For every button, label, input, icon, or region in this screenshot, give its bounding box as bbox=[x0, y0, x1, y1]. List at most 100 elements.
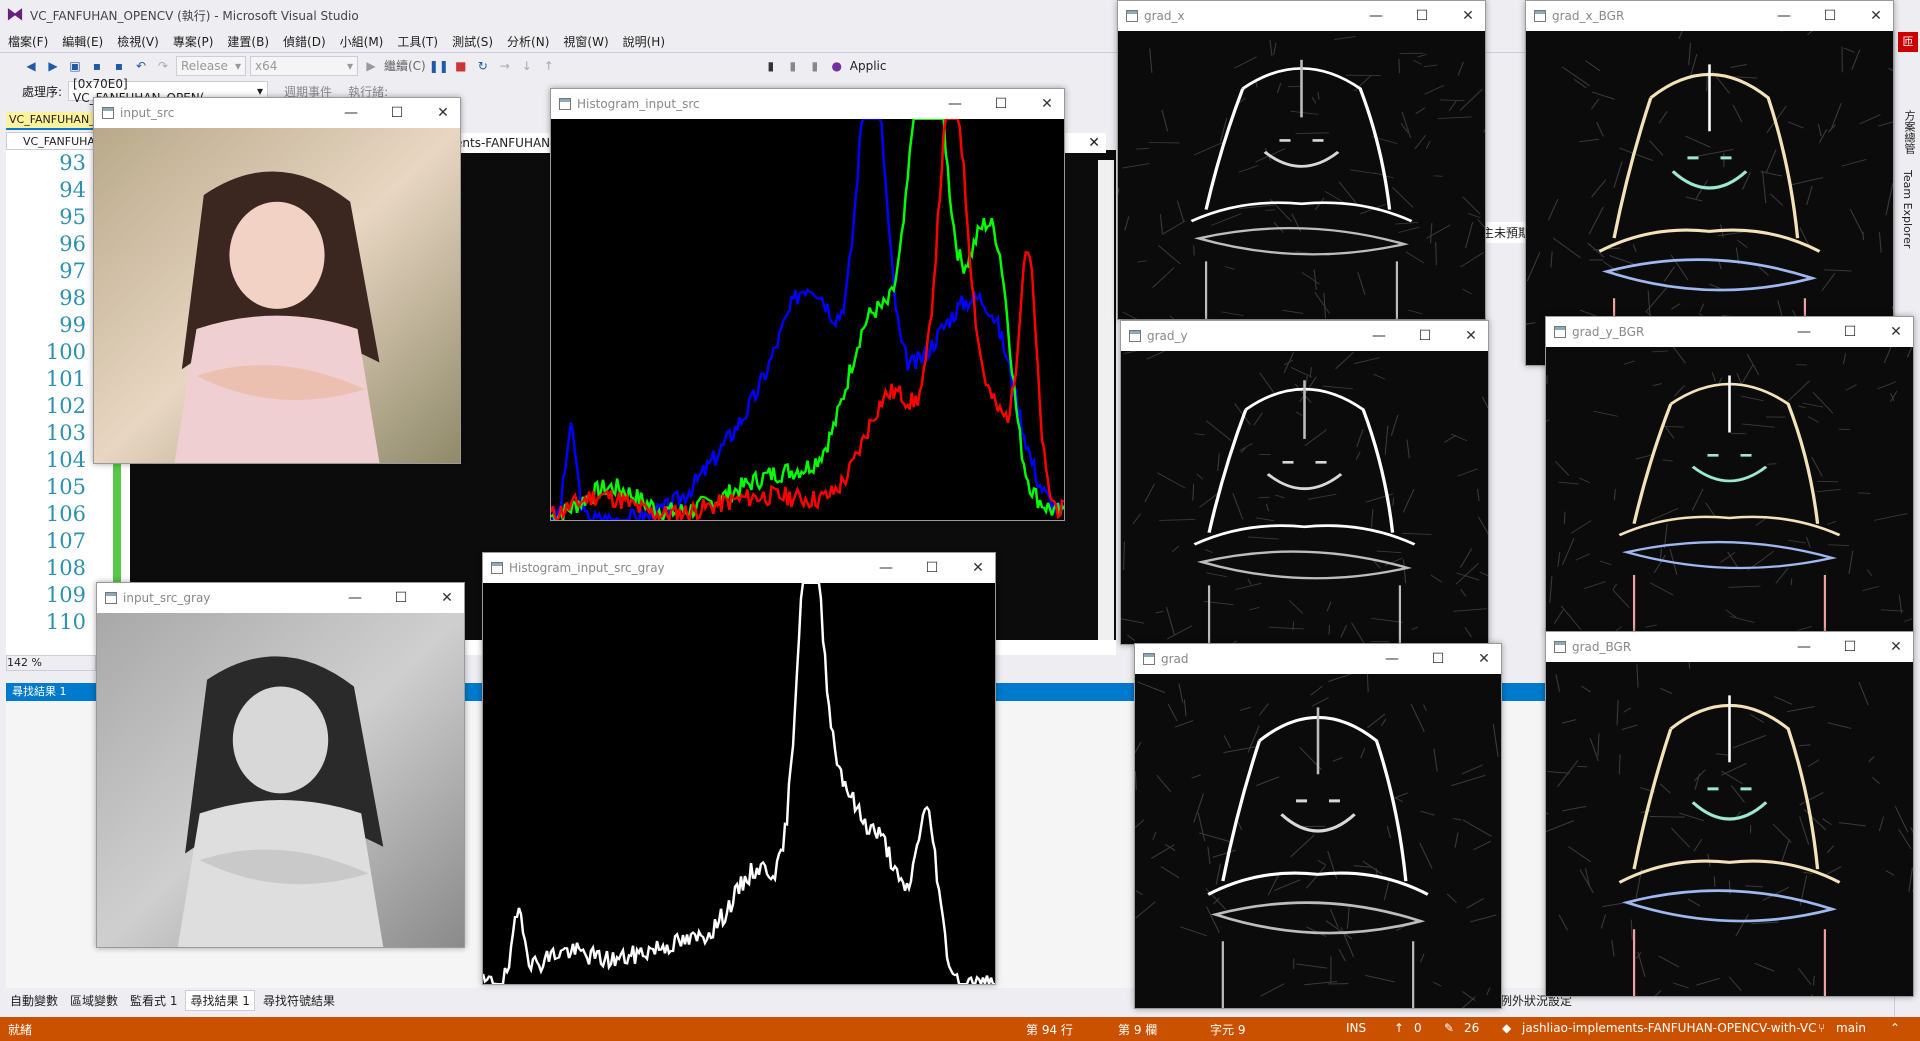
close-icon[interactable]: ✕ bbox=[1088, 133, 1100, 153]
document-tab[interactable]: VC_FANFUHAN_OPENCV bbox=[6, 112, 96, 130]
close-icon[interactable]: ✕ bbox=[1460, 328, 1482, 344]
maximize-icon[interactable]: ☐ bbox=[1414, 328, 1436, 344]
status-edits[interactable]: 26 bbox=[1464, 1021, 1479, 1035]
window-grad-bgr[interactable]: grad_BGR — ☐ ✕ bbox=[1545, 631, 1914, 997]
close-icon[interactable]: ✕ bbox=[436, 590, 458, 606]
menu-item[interactable]: 檢視(V) bbox=[117, 33, 159, 50]
status-branch[interactable]: main bbox=[1836, 1021, 1866, 1035]
solution-explorer-tab[interactable]: 方案總管 bbox=[1901, 110, 1917, 154]
menu-item[interactable]: 建置(B) bbox=[227, 33, 269, 50]
close-icon[interactable]: ✕ bbox=[967, 560, 989, 576]
bottom-tab[interactable]: 尋找符號結果 bbox=[259, 991, 339, 1010]
minimize-icon[interactable]: — bbox=[340, 105, 362, 121]
bookmark-icon[interactable]: ▮ bbox=[762, 57, 780, 75]
minimize-icon[interactable]: — bbox=[944, 96, 966, 112]
close-icon[interactable]: ✕ bbox=[1885, 639, 1907, 655]
window-grad-y-bgr[interactable]: grad_y_BGR — ☐ ✕ bbox=[1545, 316, 1914, 633]
close-icon[interactable]: ✕ bbox=[432, 105, 454, 121]
minimize-icon[interactable]: — bbox=[344, 590, 366, 606]
window-titlebar[interactable]: input_src_gray — ☐ ✕ bbox=[97, 583, 464, 613]
bookmark-next-icon[interactable]: ▮ bbox=[806, 57, 824, 75]
window-input-src-gray[interactable]: input_src_gray — ☐ ✕ bbox=[96, 582, 465, 948]
maximize-icon[interactable]: ☐ bbox=[1411, 8, 1433, 24]
window-grad-x-bgr[interactable]: grad_x_BGR — ☐ ✕ bbox=[1525, 0, 1894, 366]
maximize-icon[interactable]: ☐ bbox=[921, 560, 943, 576]
team-explorer-tab[interactable]: Team Explorer bbox=[1901, 170, 1914, 248]
menu-item[interactable]: 說明(H) bbox=[623, 33, 665, 50]
window-titlebar[interactable]: input_src — ☐ ✕ bbox=[94, 98, 460, 128]
window-histogram-input-src[interactable]: Histogram_input_src — ☐ ✕ bbox=[550, 88, 1065, 521]
maximize-icon[interactable]: ☐ bbox=[1839, 324, 1861, 340]
maximize-icon[interactable]: ☐ bbox=[1819, 8, 1841, 24]
back-icon[interactable]: ◀ bbox=[22, 57, 40, 75]
window-titlebar[interactable]: Histogram_input_src — ☐ ✕ bbox=[551, 89, 1064, 119]
menu-item[interactable]: 工具(T) bbox=[397, 33, 438, 50]
window-grad-x[interactable]: grad_x — ☐ ✕ bbox=[1117, 0, 1486, 320]
scope-dropdown[interactable]: VC_FANFUHAN_OPENCV bbox=[6, 132, 96, 150]
console-scrollbar[interactable] bbox=[1098, 160, 1114, 640]
step-into-icon[interactable]: ↓ bbox=[518, 57, 536, 75]
minimize-icon[interactable]: — bbox=[1381, 651, 1403, 667]
menu-item[interactable]: 測試(S) bbox=[452, 33, 493, 50]
step-out-icon[interactable]: ↑ bbox=[540, 57, 558, 75]
maximize-icon[interactable]: ☐ bbox=[390, 590, 412, 606]
configuration-select[interactable]: Release ▾ bbox=[176, 55, 246, 76]
window-titlebar[interactable]: Histogram_input_src_gray — ☐ ✕ bbox=[483, 553, 995, 583]
app-insights-icon[interactable]: ● bbox=[828, 57, 846, 75]
bookmark-prev-icon[interactable]: ▮ bbox=[784, 57, 802, 75]
zoom-level[interactable]: 142 % bbox=[6, 655, 96, 671]
menu-item[interactable]: 分析(N) bbox=[507, 33, 549, 50]
minimize-icon[interactable]: — bbox=[1368, 328, 1390, 344]
redo-icon[interactable]: ↷ bbox=[154, 57, 172, 75]
close-icon[interactable]: ✕ bbox=[1885, 324, 1907, 340]
window-titlebar[interactable]: grad_y — ☐ ✕ bbox=[1121, 321, 1488, 351]
menu-item[interactable]: 專案(P) bbox=[173, 33, 214, 50]
minimize-icon[interactable]: — bbox=[1793, 639, 1815, 655]
restart-icon[interactable]: ↻ bbox=[474, 57, 492, 75]
menu-item[interactable]: 偵錯(D) bbox=[283, 33, 326, 50]
menu-item[interactable]: 視窗(W) bbox=[563, 33, 608, 50]
window-titlebar[interactable]: grad_BGR — ☐ ✕ bbox=[1546, 632, 1913, 662]
menu-item[interactable]: 小組(M) bbox=[340, 33, 384, 50]
bottom-tab[interactable]: 監看式 1 bbox=[126, 991, 181, 1010]
status-repo[interactable]: jashliao-implements-FANFUHAN-OPENCV-with… bbox=[1522, 1021, 1816, 1035]
window-titlebar[interactable]: grad — ☐ ✕ bbox=[1135, 644, 1501, 674]
close-icon[interactable]: ✕ bbox=[1865, 8, 1887, 24]
status-unpushed[interactable]: 0 bbox=[1414, 1021, 1422, 1035]
window-input-src[interactable]: input_src — ☐ ✕ bbox=[93, 97, 461, 464]
forward-icon[interactable]: ▶ bbox=[44, 57, 62, 75]
window-titlebar[interactable]: grad_x — ☐ ✕ bbox=[1118, 1, 1485, 31]
pause-icon[interactable]: ❚❚ bbox=[429, 57, 449, 75]
menu-item[interactable]: 檔案(F) bbox=[8, 33, 48, 50]
stop-icon[interactable]: ■ bbox=[452, 57, 470, 75]
undo-icon[interactable]: ↶ bbox=[132, 57, 150, 75]
window-grad-y[interactable]: grad_y — ☐ ✕ bbox=[1120, 320, 1489, 645]
step-over-icon[interactable]: → bbox=[496, 57, 514, 75]
bottom-tab[interactable]: 自動變數 bbox=[6, 991, 62, 1010]
minimize-icon[interactable]: — bbox=[1365, 8, 1387, 24]
minimize-icon[interactable]: — bbox=[875, 560, 897, 576]
window-titlebar[interactable]: grad_x_BGR — ☐ ✕ bbox=[1526, 1, 1893, 31]
save-all-icon[interactable]: ▪ bbox=[110, 57, 128, 75]
bottom-tab[interactable]: 尋找結果 1 bbox=[185, 989, 255, 1011]
menu-item[interactable]: 編輯(E) bbox=[62, 33, 103, 50]
continue-icon[interactable]: ▶ bbox=[362, 57, 380, 75]
continue-button[interactable]: 繼續(C) bbox=[384, 57, 426, 74]
close-icon[interactable]: ✕ bbox=[1473, 651, 1495, 667]
maximize-icon[interactable]: ☐ bbox=[386, 105, 408, 121]
maximize-icon[interactable]: ☐ bbox=[1427, 651, 1449, 667]
save-icon[interactable]: ▪ bbox=[88, 57, 106, 75]
chevron-up-icon[interactable]: ⌃ bbox=[1890, 1021, 1900, 1035]
window-histogram-input-src-gray[interactable]: Histogram_input_src_gray — ☐ ✕ bbox=[482, 552, 996, 985]
maximize-icon[interactable]: ☐ bbox=[1839, 639, 1861, 655]
new-project-icon[interactable]: ▣ bbox=[66, 57, 84, 75]
minimize-icon[interactable]: — bbox=[1793, 324, 1815, 340]
close-icon[interactable]: ✕ bbox=[1036, 96, 1058, 112]
bottom-tab[interactable]: 區域變數 bbox=[66, 991, 122, 1010]
maximize-icon[interactable]: ☐ bbox=[990, 96, 1012, 112]
window-titlebar[interactable]: grad_y_BGR — ☐ ✕ bbox=[1546, 317, 1913, 347]
window-grad[interactable]: grad — ☐ ✕ bbox=[1134, 643, 1502, 1009]
platform-select[interactable]: x64 ▾ bbox=[250, 55, 358, 76]
close-icon[interactable]: ✕ bbox=[1457, 8, 1479, 24]
minimize-icon[interactable]: — bbox=[1773, 8, 1795, 24]
